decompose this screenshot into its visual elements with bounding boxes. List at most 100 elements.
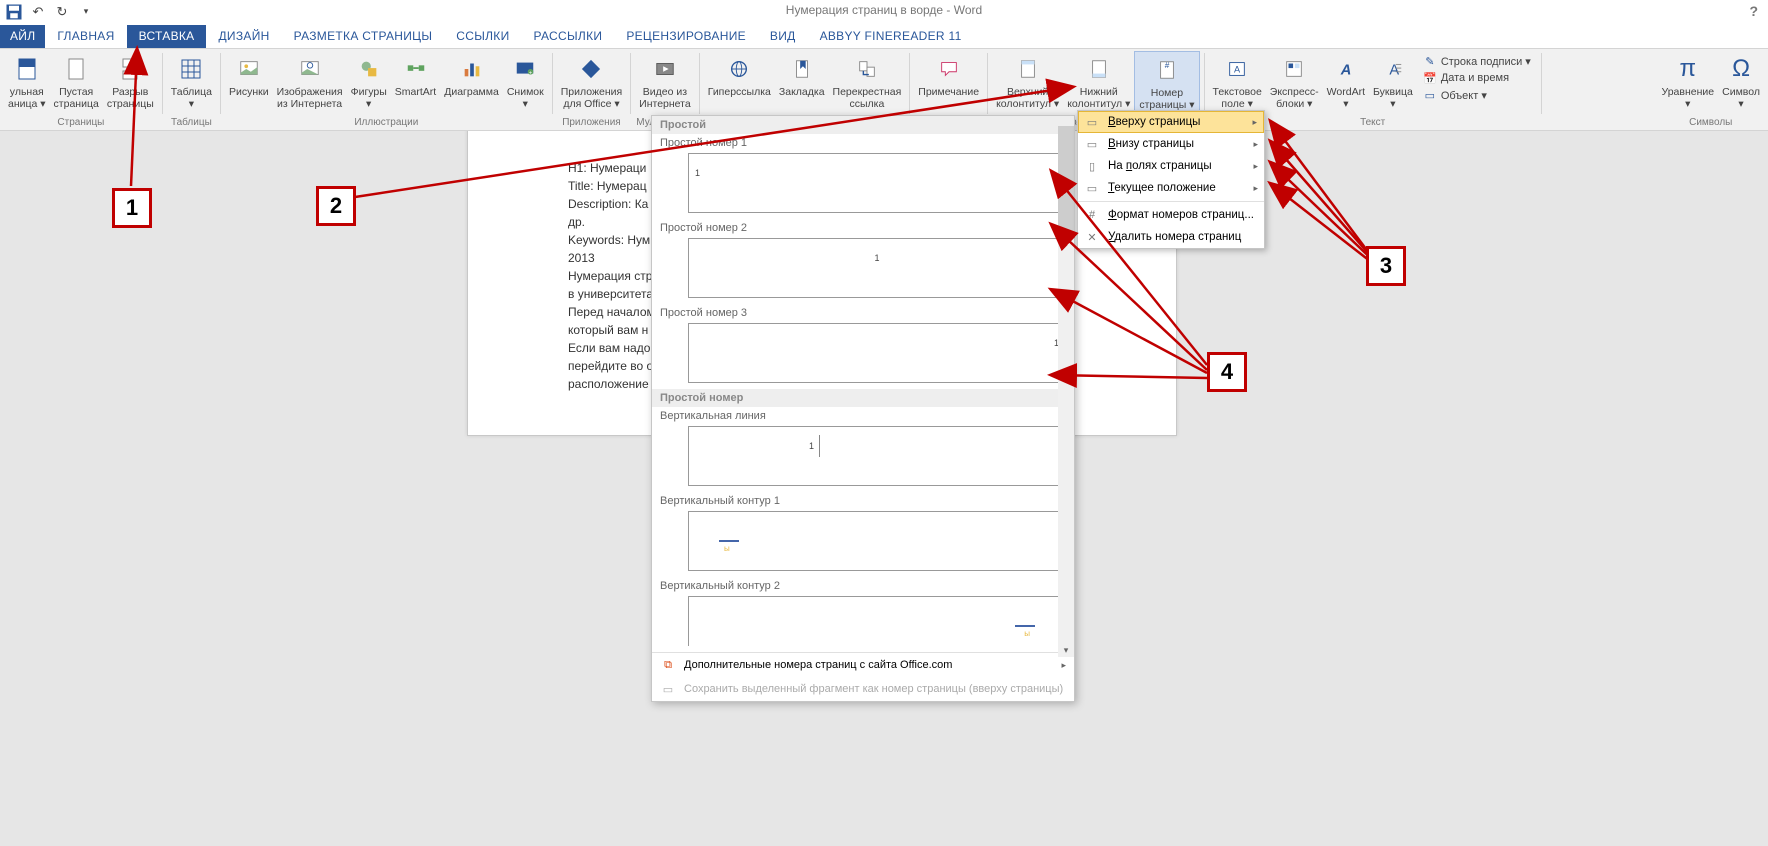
annotation-1: 1 <box>112 188 152 228</box>
redo-icon[interactable]: ↻ <box>52 2 72 22</box>
wordart-icon: A <box>1330 53 1362 85</box>
svg-text:A: A <box>1234 65 1241 75</box>
menu-bottom-of-page[interactable]: ▭Внизу страницы▸ <box>1078 133 1264 155</box>
datetime-icon: 📅 <box>1423 71 1437 85</box>
page-number-menu: ▭Вверху страницы▸ ▭Внизу страницы▸ ▯На п… <box>1077 110 1265 249</box>
gallery-item-label: Простой номер 2 <box>652 219 1074 236</box>
gallery-item-preview-1[interactable]: 1 <box>688 153 1066 213</box>
quickparts-icon <box>1278 53 1310 85</box>
comment-button[interactable]: Примечание <box>914 51 983 100</box>
tab-insert[interactable]: ВСТАВКА <box>127 25 207 48</box>
qat-customize-icon[interactable]: ▾ <box>76 2 96 22</box>
gallery-item-preview-3[interactable]: 1 <box>688 323 1066 383</box>
page-number-gallery: Простой Простой номер 1 1 Простой номер … <box>651 115 1075 702</box>
textbox-button[interactable]: AТекстовое поле ▾ <box>1209 51 1266 112</box>
annotation-2: 2 <box>316 186 356 226</box>
apps-icon <box>575 53 607 85</box>
cover-page-icon <box>11 53 43 85</box>
gallery-header-simple2: Простой номер <box>652 389 1074 407</box>
format-icon: # <box>1084 207 1100 223</box>
gallery-header-simple: Простой <box>652 116 1074 134</box>
help-icon[interactable]: ? <box>1749 3 1758 19</box>
svg-text:+: + <box>529 71 532 77</box>
pictures-button[interactable]: Рисунки <box>225 51 273 100</box>
window-title: Нумерация страниц в ворде - Word <box>786 3 982 17</box>
hyperlink-button[interactable]: Гиперссылка <box>704 51 775 100</box>
online-pictures-icon <box>294 53 326 85</box>
annotation-4: 4 <box>1207 352 1247 392</box>
tab-layout[interactable]: РАЗМЕТКА СТРАНИЦЫ <box>282 25 445 48</box>
shapes-button[interactable]: Фигуры ▾ <box>347 51 391 112</box>
bookmark-button[interactable]: Закладка <box>775 51 829 100</box>
page-number-button[interactable]: #Номер страницы ▾ <box>1134 51 1199 114</box>
gallery-item-label: Вертикальный контур 1 <box>652 492 1074 509</box>
undo-icon[interactable]: ↶ <box>28 2 48 22</box>
svg-text:A: A <box>1340 63 1352 79</box>
gallery-item-preview-vcont1[interactable]: ы <box>688 511 1066 571</box>
cover-page-button[interactable]: ульная аница ▾ <box>4 51 50 112</box>
gallery-item-preview-vline[interactable]: 1 <box>688 426 1066 486</box>
tab-file[interactable]: АЙЛ <box>0 25 45 48</box>
header-button[interactable]: Верхний колонтитул ▾ <box>992 51 1063 112</box>
screenshot-button[interactable]: +Снимок ▾ <box>503 51 548 112</box>
smartart-button[interactable]: SmartArt <box>391 51 440 100</box>
tab-home[interactable]: ГЛАВНАЯ <box>45 25 126 48</box>
tab-references[interactable]: ССЫЛКИ <box>444 25 521 48</box>
dropcap-icon: A <box>1377 53 1409 85</box>
gallery-item-preview-vcont2[interactable]: ы <box>688 596 1066 646</box>
equation-button[interactable]: πУравнение ▾ <box>1658 51 1719 112</box>
crossref-button[interactable]: Перекрестная ссылка <box>829 51 906 112</box>
menu-current-position[interactable]: ▭Текущее положение▸ <box>1078 177 1264 199</box>
symbol-button[interactable]: ΩСимвол ▾ <box>1718 51 1764 112</box>
object-icon: ▭ <box>1423 88 1437 102</box>
table-icon <box>175 53 207 85</box>
tab-design[interactable]: ДИЗАЙН <box>206 25 281 48</box>
smartart-icon <box>400 53 432 85</box>
date-time-button[interactable]: 📅Дата и время <box>1421 70 1533 86</box>
current-position-icon: ▭ <box>1084 180 1100 196</box>
page-break-icon <box>114 53 146 85</box>
gallery-item-preview-2[interactable]: 1 <box>688 238 1066 298</box>
tab-abbyy[interactable]: ABBYY FineReader 11 <box>808 25 974 48</box>
group-apps: Приложения для Office ▾ Приложения <box>553 49 630 130</box>
online-video-button[interactable]: Видео из Интернета <box>635 51 695 112</box>
signature-icon: ✎ <box>1423 54 1437 68</box>
pictures-icon <box>233 53 265 85</box>
tab-mailings[interactable]: РАССЫЛКИ <box>522 25 615 48</box>
chevron-right-icon: ▸ <box>1253 161 1258 172</box>
page-break-button[interactable]: Разрыв страницы <box>103 51 158 112</box>
apps-button[interactable]: Приложения для Office ▾ <box>557 51 626 112</box>
blank-page-button[interactable]: Пустая страница <box>50 51 103 112</box>
gallery-scrollbar[interactable]: ▾ <box>1058 126 1074 657</box>
annotation-3: 3 <box>1366 246 1406 286</box>
shapes-icon <box>353 53 385 85</box>
save-icon[interactable] <box>4 2 24 22</box>
gallery-item-label: Простой номер 1 <box>652 134 1074 151</box>
comment-icon <box>933 53 965 85</box>
footer-button[interactable]: Нижний колонтитул ▾ <box>1063 51 1134 112</box>
page-margins-icon: ▯ <box>1084 158 1100 174</box>
gallery-item-label: Вертикальный контур 2 <box>652 577 1074 594</box>
menu-page-margins[interactable]: ▯На полях страницы▸ <box>1078 155 1264 177</box>
object-button[interactable]: ▭Объект ▾ <box>1421 87 1533 103</box>
header-icon <box>1012 53 1044 85</box>
wordart-button[interactable]: AWordArt ▾ <box>1323 51 1369 112</box>
page-number-icon: # <box>1151 54 1183 86</box>
page-top-icon: ▭ <box>1084 114 1100 130</box>
page-bottom-icon: ▭ <box>1084 136 1100 152</box>
symbol-icon: Ω <box>1725 53 1757 85</box>
scrollbar-thumb[interactable] <box>1058 126 1074 236</box>
table-button[interactable]: Таблица ▾ <box>167 51 216 112</box>
gallery-more-office[interactable]: ⧉Дополнительные номера страниц с сайта O… <box>652 653 1074 677</box>
dropcap-button[interactable]: AБуквица ▾ <box>1369 51 1417 112</box>
tab-review[interactable]: РЕЦЕНЗИРОВАНИЕ <box>614 25 758 48</box>
chart-button[interactable]: Диаграмма <box>440 51 503 100</box>
menu-top-of-page[interactable]: ▭Вверху страницы▸ <box>1078 111 1264 133</box>
menu-format-page-numbers[interactable]: #Формат номеров страниц... <box>1078 204 1264 226</box>
quickparts-button[interactable]: Экспресс- блоки ▾ <box>1266 51 1323 112</box>
signature-line-button[interactable]: ✎Строка подписи ▾ <box>1421 53 1533 69</box>
online-pictures-button[interactable]: Изображения из Интернета <box>273 51 347 112</box>
gallery-item-label: Простой номер 3 <box>652 304 1074 321</box>
tab-view[interactable]: ВИД <box>758 25 808 48</box>
menu-remove-page-numbers[interactable]: ✕Удалить номера страниц <box>1078 226 1264 248</box>
